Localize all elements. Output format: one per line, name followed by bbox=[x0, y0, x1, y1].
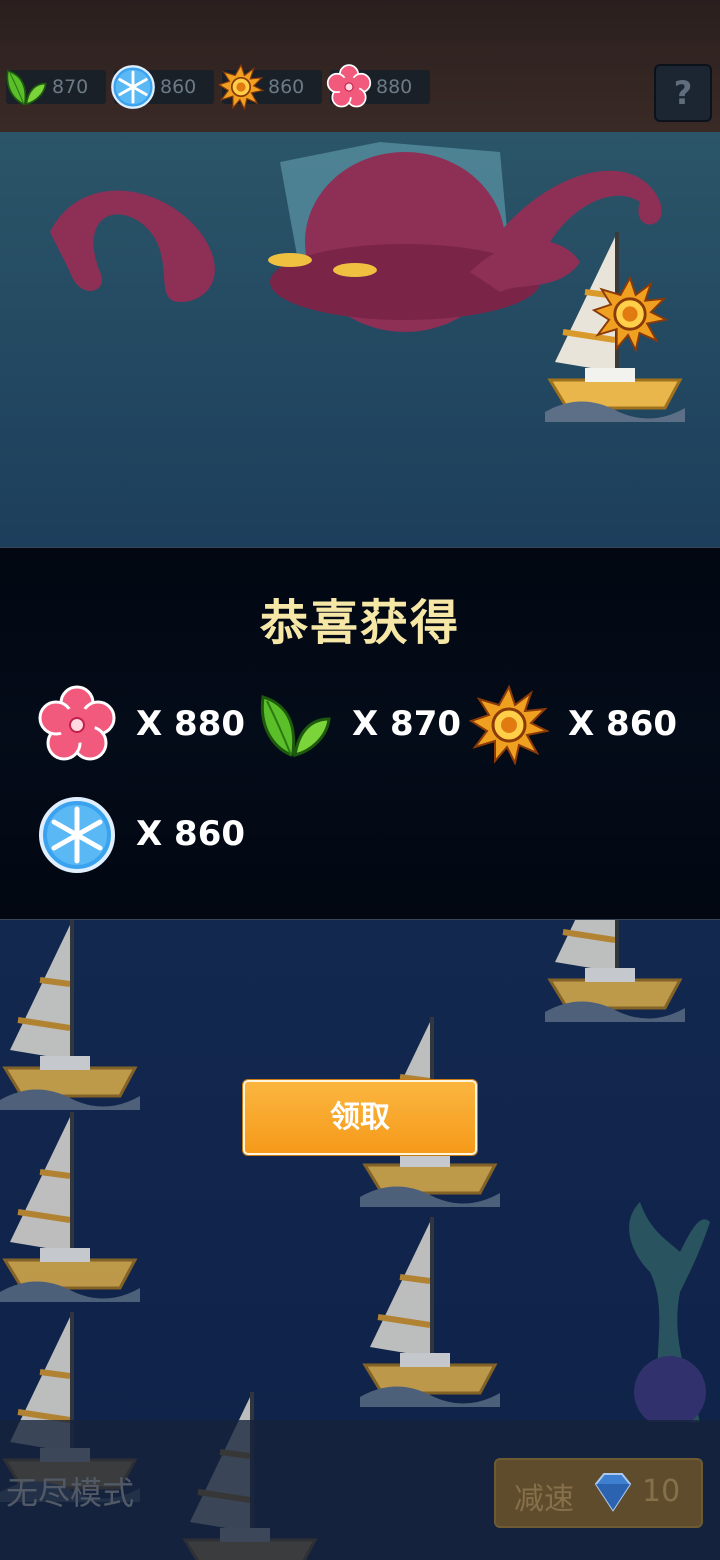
slow-down-label: 减速 bbox=[514, 1482, 574, 1517]
sun-icon bbox=[469, 685, 549, 765]
reward-amount: X 860 bbox=[568, 704, 678, 744]
help-button[interactable]: ? bbox=[654, 64, 712, 122]
mermaid-tail-decor bbox=[629, 1202, 710, 1422]
resource-sun: 860 bbox=[222, 70, 322, 104]
resource-count: 860 bbox=[268, 76, 305, 98]
slow-down-cost: 10 bbox=[642, 1474, 681, 1509]
resource-count: 860 bbox=[160, 76, 197, 98]
leaf-icon bbox=[2, 64, 48, 110]
resource-blossom: 880 bbox=[330, 70, 430, 104]
resource-leaf: 870 bbox=[6, 70, 106, 104]
leaf-icon bbox=[253, 685, 333, 765]
dialog-title: 恭喜获得 bbox=[259, 595, 460, 651]
reward-amount: X 880 bbox=[136, 704, 246, 744]
resource-snowflake: 860 bbox=[114, 70, 214, 104]
sun-icon bbox=[592, 276, 668, 352]
blossom-icon bbox=[37, 685, 117, 765]
slow-down-button[interactable]: 减速 10 bbox=[494, 1458, 703, 1528]
background-boat bbox=[0, 920, 140, 1110]
sun-icon bbox=[218, 64, 264, 110]
endless-mode-label: 无尽模式 bbox=[6, 1474, 135, 1512]
blossom-icon bbox=[326, 64, 372, 110]
snowflake-icon bbox=[37, 795, 117, 875]
reward-amount: X 860 bbox=[136, 814, 246, 854]
background-boat bbox=[360, 1217, 500, 1407]
resource-count: 870 bbox=[52, 76, 89, 98]
diamond-icon bbox=[594, 1473, 632, 1512]
resource-count: 880 bbox=[376, 76, 413, 98]
snowflake-icon bbox=[110, 64, 156, 110]
claim-button[interactable]: 领取 bbox=[243, 1080, 477, 1155]
reward-amount: X 870 bbox=[352, 704, 462, 744]
background-boat bbox=[0, 1112, 140, 1302]
